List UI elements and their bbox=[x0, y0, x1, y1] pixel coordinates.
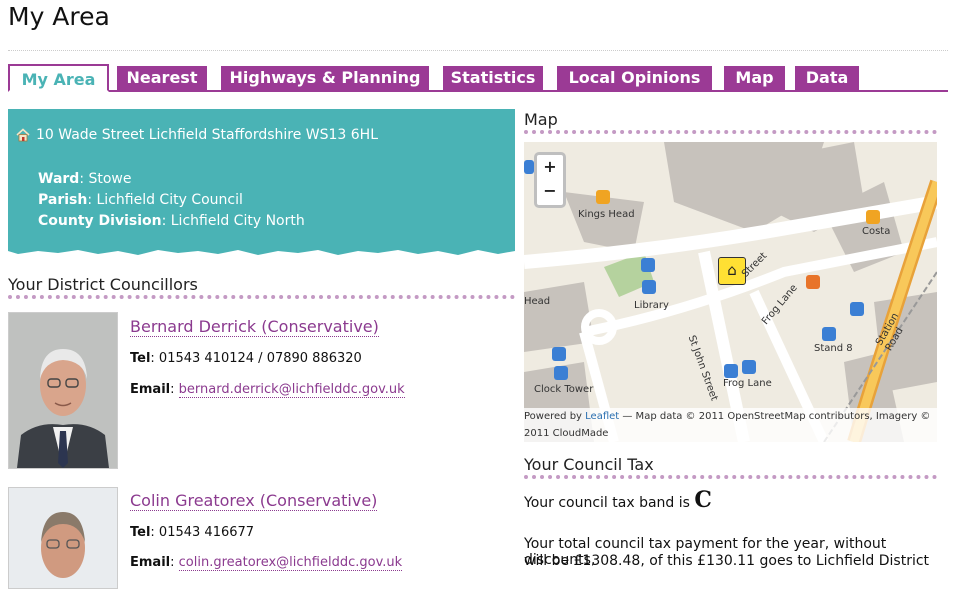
avatar bbox=[8, 487, 118, 589]
county-label: County Division bbox=[38, 213, 162, 229]
tel-label: Tel bbox=[130, 525, 151, 540]
home-icon bbox=[16, 128, 30, 142]
tax-band-value: C bbox=[694, 487, 712, 513]
tab-local-opinions[interactable]: Local Opinions bbox=[557, 66, 712, 90]
parish-value: : Lichfield City Council bbox=[87, 192, 243, 208]
tab-bar: My Area Nearest Highways & Planning Stat… bbox=[8, 64, 948, 92]
tel-label: Tel bbox=[130, 351, 151, 366]
parish-row: Parish: Lichfield City Council bbox=[38, 192, 243, 208]
councillor-tel: Tel: 01543 416677 bbox=[130, 525, 254, 540]
email-link[interactable]: bernard.derrick@lichfielddc.gov.uk bbox=[178, 382, 405, 398]
bus-stop-icon[interactable] bbox=[552, 347, 566, 361]
ward-label: Ward bbox=[38, 171, 80, 187]
tax-band-line: Your council tax band is C bbox=[524, 487, 712, 513]
councillor-name-link[interactable]: Bernard Derrick (Conservative) bbox=[130, 317, 379, 337]
address-line: 10 Wade Street Lichfield Staffordshire W… bbox=[16, 127, 378, 143]
county-row: County Division: Lichfield City North bbox=[38, 213, 305, 229]
page-title: My Area bbox=[8, 2, 110, 31]
councillor-email: Email: bernard.derrick@lichfielddc.gov.u… bbox=[130, 382, 405, 398]
address-text: 10 Wade Street Lichfield Staffordshire W… bbox=[36, 127, 379, 143]
tax-band-prefix: Your council tax band is bbox=[524, 495, 695, 511]
tel-value: : 01543 410124 / 07890 886320 bbox=[150, 351, 362, 366]
bus-stop-icon[interactable] bbox=[822, 327, 836, 341]
councillor-tel: Tel: 01543 410124 / 07890 886320 bbox=[130, 351, 362, 366]
tab-map[interactable]: Map bbox=[724, 66, 785, 90]
map-label: Clock Tower bbox=[534, 384, 594, 395]
map-label: Costa bbox=[862, 226, 891, 237]
pub-icon[interactable] bbox=[596, 190, 610, 204]
ward-value: : Stowe bbox=[79, 171, 132, 187]
tax-paragraph-line2: will be £1308.48, of this £130.11 goes t… bbox=[524, 553, 930, 569]
bus-stop-icon[interactable] bbox=[642, 280, 656, 294]
councillors-divider bbox=[8, 295, 515, 299]
address-panel: 10 Wade Street Lichfield Staffordshire W… bbox=[8, 109, 515, 255]
councillor-email: Email: colin.greatorex@lichfielddc.gov.u… bbox=[130, 555, 403, 571]
map-label: Library bbox=[634, 300, 669, 311]
avatar bbox=[8, 312, 118, 469]
councillor-photo-bernard bbox=[9, 313, 117, 468]
tab-data[interactable]: Data bbox=[795, 66, 859, 90]
tab-highways-planning[interactable]: Highways & Planning bbox=[221, 66, 429, 90]
map-divider bbox=[524, 130, 937, 134]
map-view[interactable]: + − ⌂ Kings Head Costa Library Head St J… bbox=[524, 142, 937, 442]
zoom-control: + − bbox=[534, 152, 566, 208]
bus-stop-icon[interactable] bbox=[641, 258, 655, 272]
email-label: Email bbox=[130, 555, 171, 570]
parish-label: Parish bbox=[38, 192, 88, 208]
ward-row: Ward: Stowe bbox=[38, 171, 132, 187]
map-label: Frog Lane bbox=[723, 378, 772, 389]
tab-statistics[interactable]: Statistics bbox=[443, 66, 543, 90]
tel-value: : 01543 416677 bbox=[150, 525, 255, 540]
zoom-out-button[interactable]: − bbox=[539, 181, 561, 203]
torn-edge bbox=[8, 247, 515, 255]
bus-stop-icon[interactable] bbox=[724, 364, 738, 378]
map-label: Stand 8 bbox=[814, 343, 853, 354]
attribution-prefix: Powered by bbox=[524, 411, 586, 422]
map-label: Head bbox=[524, 296, 551, 307]
tab-my-area[interactable]: My Area bbox=[8, 64, 109, 92]
map-tiles bbox=[524, 142, 937, 442]
map-attribution: Powered by Leaflet — Map data © 2011 Ope… bbox=[524, 408, 937, 442]
bus-stop-icon[interactable] bbox=[524, 160, 534, 174]
fast-food-icon[interactable] bbox=[806, 275, 820, 289]
county-value: : Lichfield City North bbox=[161, 213, 305, 229]
bus-stop-icon[interactable] bbox=[850, 302, 864, 316]
bus-stop-icon[interactable] bbox=[742, 360, 756, 374]
email-label: Email bbox=[130, 382, 171, 397]
leaflet-link[interactable]: Leaflet bbox=[585, 411, 619, 422]
council-tax-divider bbox=[524, 475, 937, 479]
zoom-in-button[interactable]: + bbox=[539, 157, 561, 179]
title-divider bbox=[8, 50, 948, 51]
email-link[interactable]: colin.greatorex@lichfielddc.gov.uk bbox=[178, 555, 403, 571]
councillor-photo-colin bbox=[9, 488, 117, 588]
bus-stop-icon[interactable] bbox=[554, 366, 568, 380]
map-label: Kings Head bbox=[578, 209, 635, 220]
cafe-icon[interactable] bbox=[866, 210, 880, 224]
councillor-name-link[interactable]: Colin Greatorex (Conservative) bbox=[130, 491, 378, 511]
tab-nearest[interactable]: Nearest bbox=[117, 66, 207, 90]
